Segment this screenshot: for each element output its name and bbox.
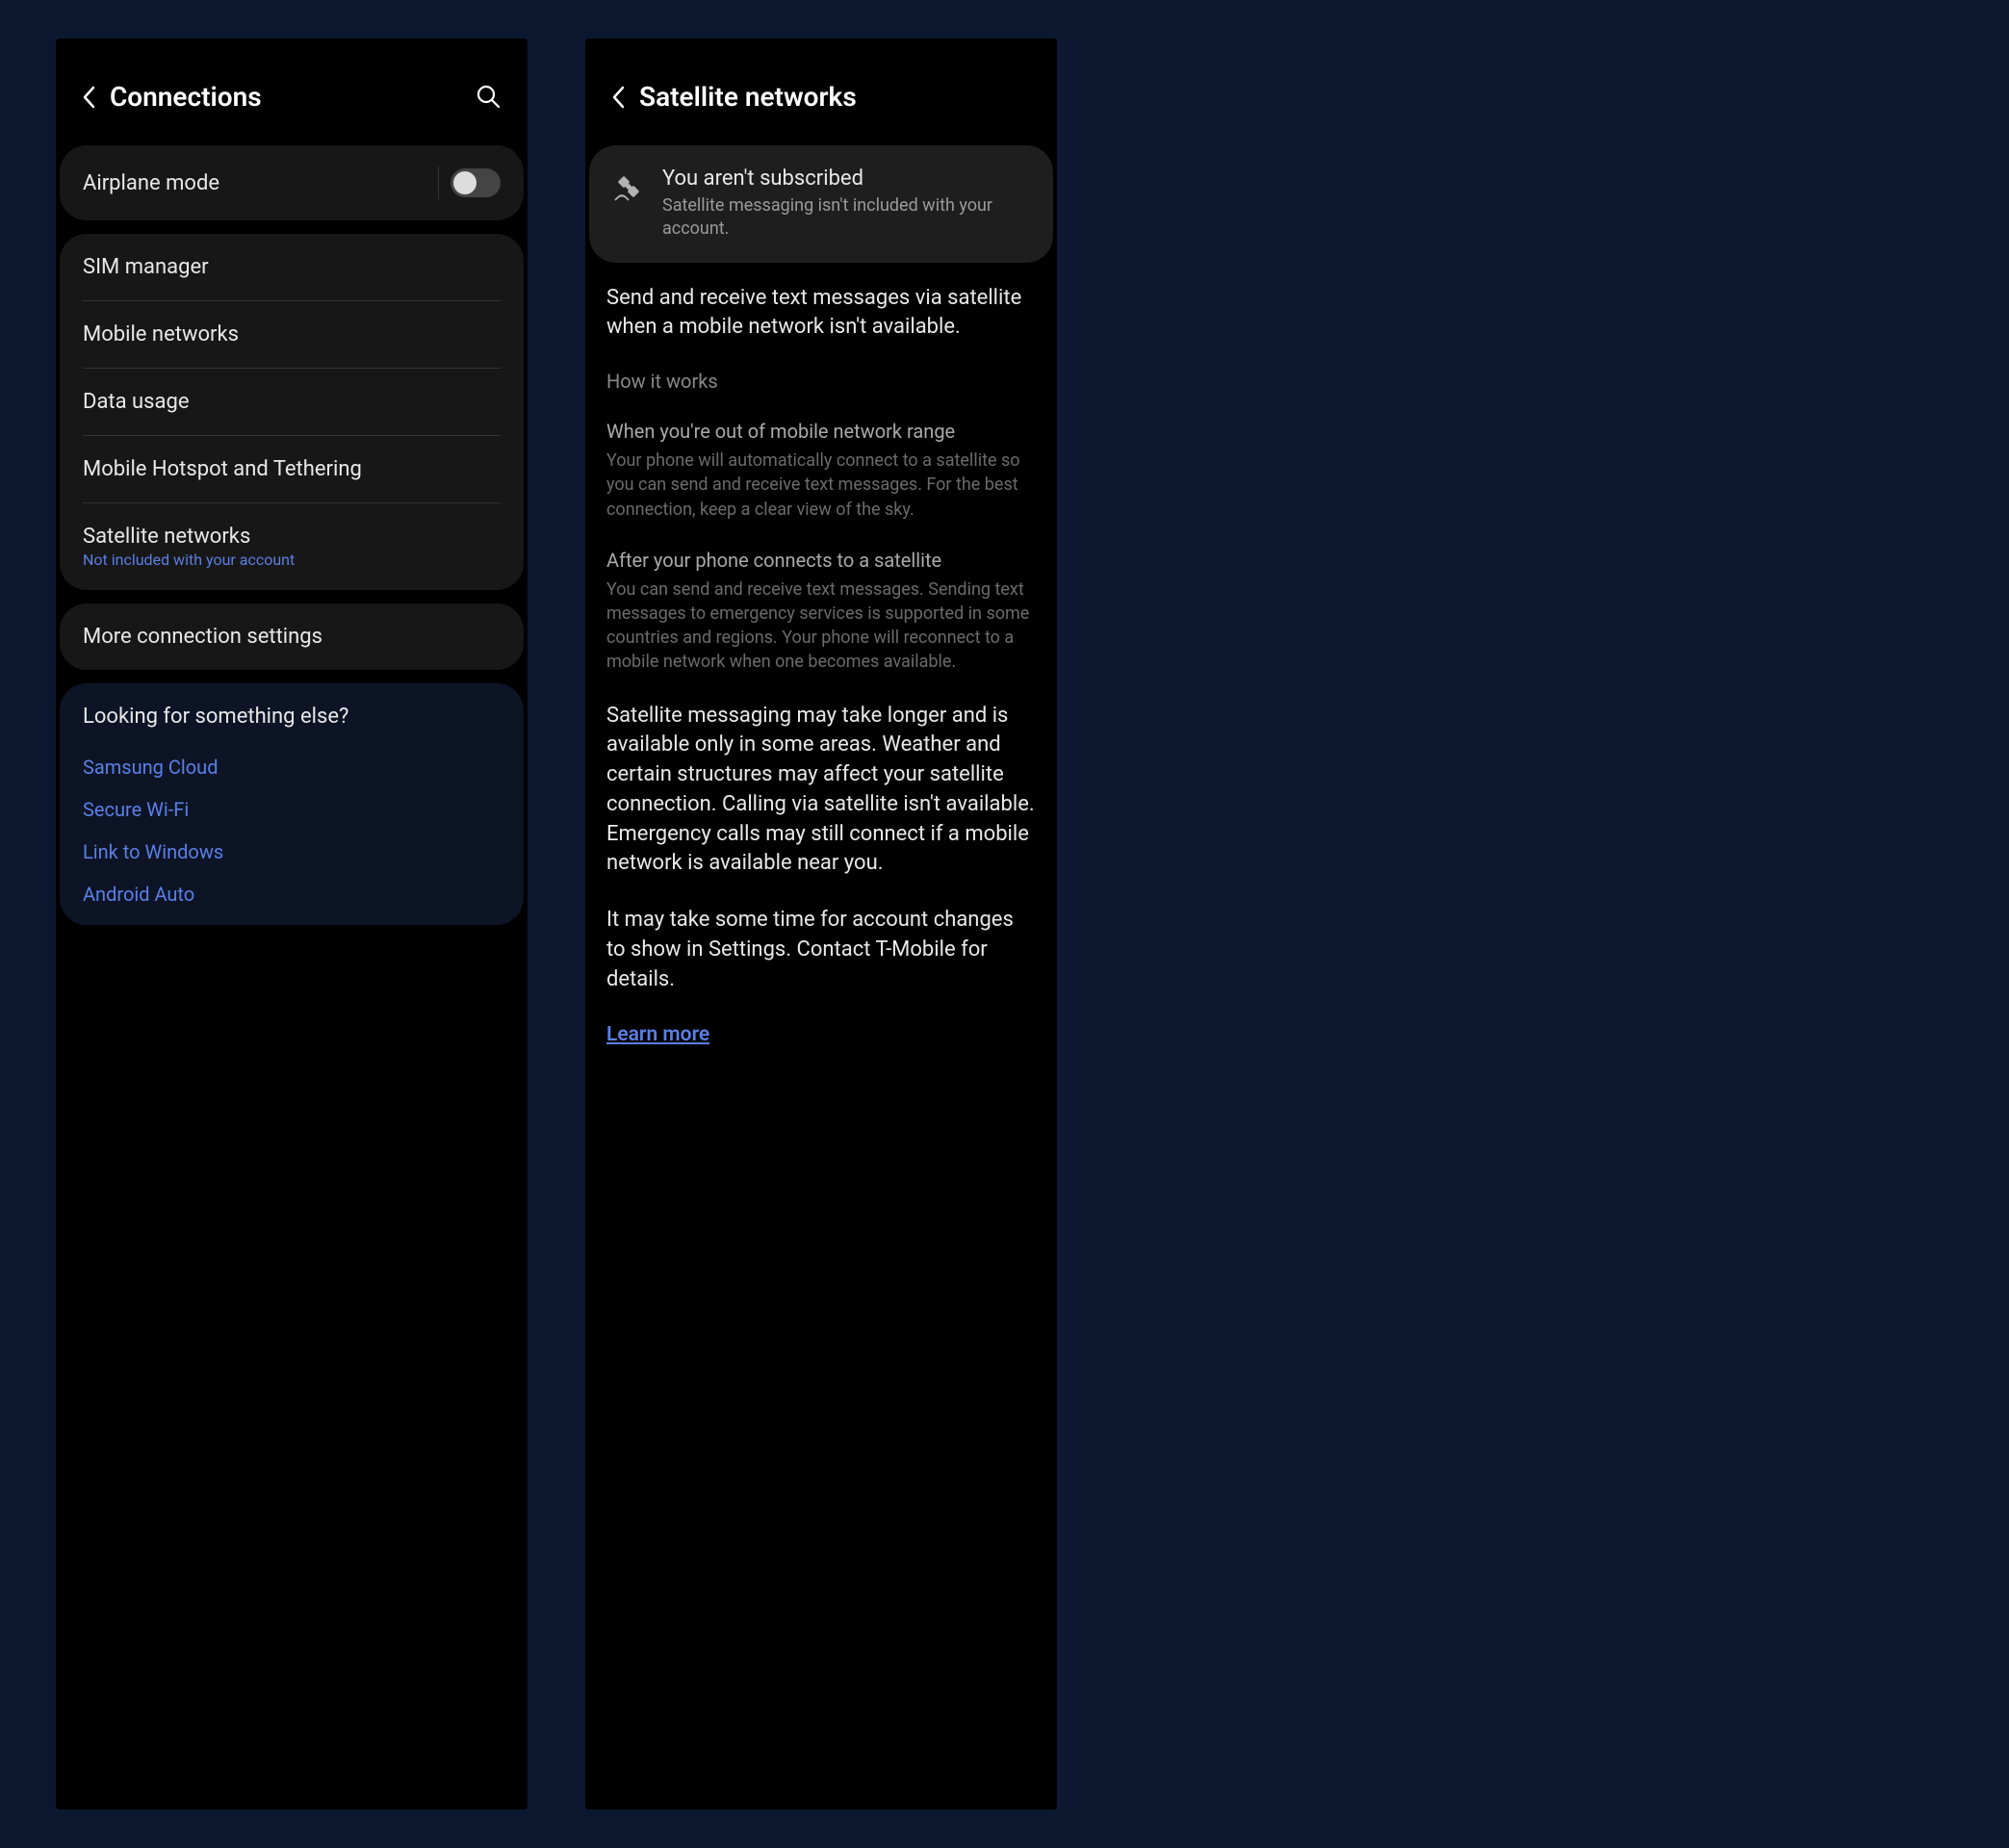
more-connection-settings-row[interactable]: More connection settings xyxy=(60,603,524,670)
airplane-mode-card: Airplane mode xyxy=(60,145,524,220)
back-icon[interactable] xyxy=(610,84,626,111)
more-connection-settings-label: More connection settings xyxy=(83,625,322,649)
satellite-networks-sub: Not included with your account xyxy=(83,551,501,569)
link-android-auto[interactable]: Android Auto xyxy=(83,873,501,915)
disclaimer1: Satellite messaging may take longer and … xyxy=(606,702,1036,880)
airplane-mode-row[interactable]: Airplane mode xyxy=(60,145,524,220)
subscription-banner: You aren't subscribed Satellite messagin… xyxy=(589,145,1053,263)
hotspot-label: Mobile Hotspot and Tethering xyxy=(83,457,362,481)
data-usage-row[interactable]: Data usage xyxy=(60,369,524,435)
section2-heading: After your phone connects to a satellite xyxy=(606,549,1036,572)
link-link-to-windows[interactable]: Link to Windows xyxy=(83,831,501,873)
hotspot-row[interactable]: Mobile Hotspot and Tethering xyxy=(60,436,524,502)
satellite-icon xyxy=(612,170,645,203)
satellite-networks-row[interactable]: Satellite networks Not included with you… xyxy=(60,503,524,590)
back-icon[interactable] xyxy=(81,84,96,111)
disclaimer2: It may take some time for account change… xyxy=(606,906,1036,994)
airplane-mode-toggle[interactable] xyxy=(438,167,501,199)
mobile-networks-row[interactable]: Mobile networks xyxy=(60,301,524,368)
more-settings-card: More connection settings xyxy=(60,603,524,670)
data-usage-label: Data usage xyxy=(83,390,190,414)
satellite-networks-label: Satellite networks xyxy=(83,525,501,549)
header: Satellite networks xyxy=(585,38,1057,145)
search-icon[interactable] xyxy=(476,84,502,111)
link-secure-wifi[interactable]: Secure Wi-Fi xyxy=(83,788,501,831)
banner-sub: Satellite messaging isn't included with … xyxy=(662,194,1030,242)
looking-for-heading: Looking for something else? xyxy=(83,705,501,729)
learn-more-link[interactable]: Learn more xyxy=(606,1023,709,1046)
section1-body: Your phone will automatically connect to… xyxy=(606,449,1036,522)
satellite-screen: Satellite networks You aren't subscribed… xyxy=(585,38,1057,1810)
mobile-networks-label: Mobile networks xyxy=(83,322,239,346)
sim-manager-label: SIM manager xyxy=(83,255,209,279)
sim-manager-row[interactable]: SIM manager xyxy=(60,234,524,300)
airplane-mode-label: Airplane mode xyxy=(83,171,425,195)
page-title: Connections xyxy=(110,81,462,113)
link-samsung-cloud[interactable]: Samsung Cloud xyxy=(83,746,501,788)
intro-text: Send and receive text messages via satel… xyxy=(606,284,1036,344)
section1-heading: When you're out of mobile network range xyxy=(606,420,1036,443)
banner-title: You aren't subscribed xyxy=(662,167,1030,191)
connections-screen: Connections Airplane mode SIM manager Mo… xyxy=(56,38,528,1810)
how-it-works-label: How it works xyxy=(606,370,1036,393)
page-title: Satellite networks xyxy=(639,81,1032,113)
connections-group: SIM manager Mobile networks Data usage M… xyxy=(60,234,524,590)
section2-body: You can send and receive text messages. … xyxy=(606,578,1036,675)
looking-for-card: Looking for something else? Samsung Clou… xyxy=(60,683,524,925)
header: Connections xyxy=(56,38,528,145)
